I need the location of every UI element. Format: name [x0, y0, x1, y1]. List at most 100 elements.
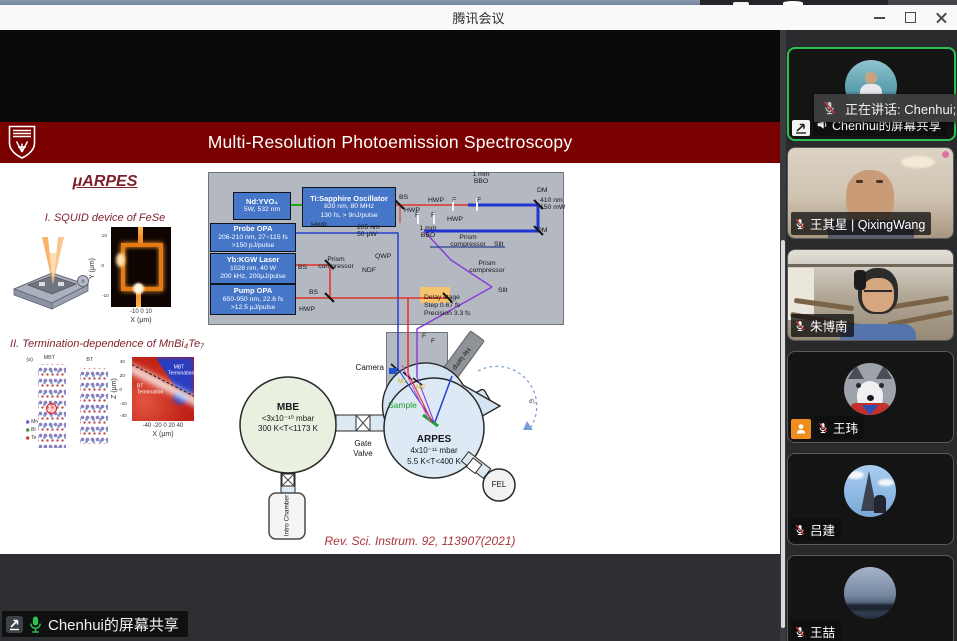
map-ztick: -20 [120, 402, 127, 407]
fel-label: FEL [487, 480, 511, 489]
optics-label-bbo2: 1 mm BBO [414, 225, 442, 239]
yb-kgw-box: Yb:KGW Laser1028 nm, 40 W200 kHz, 200μJ/… [210, 253, 296, 284]
optics-label-ndf: NDF [362, 267, 376, 274]
map-red-label: BT Termination [137, 384, 159, 395]
crystal-col2-label: BT [86, 357, 93, 362]
camera-label: Camera [346, 363, 384, 372]
legend-item: Mn [26, 419, 38, 424]
slide-title: Multi-Resolution Photoemission Spectrosc… [0, 122, 780, 163]
presentation-slide: Multi-Resolution Photoemission Spectrosc… [0, 122, 780, 554]
name-badge: 王玮 [814, 416, 864, 439]
participant-tile-wangwei[interactable]: 王玮 [787, 351, 954, 443]
optics-label-delay1: Delay stage [424, 294, 460, 301]
optics-label-f4: F [431, 212, 435, 219]
squid-xlabel: X (μm) [111, 317, 171, 324]
mbe-pressure: <3x10⁻¹⁰ mbar [238, 414, 338, 423]
gate-valve-label: Gate Valve [346, 439, 380, 459]
ti-sapphire-box: Ti:Sapphire Oscillator820 nm, 80 MHz130 … [302, 187, 396, 227]
participant-tile-wangzhe[interactable]: 王喆 [787, 555, 954, 641]
panel-label: (a) [26, 357, 33, 362]
optics-label-prism3: Prism compressor [462, 260, 512, 274]
map-xlabel: X (μm) [132, 431, 194, 438]
mirror2-label: M2 [416, 384, 425, 391]
optics-label-hwp4: HWP [311, 222, 327, 229]
name-badge: 王喆 [791, 620, 841, 641]
window-title: 腾讯会议 [452, 8, 504, 27]
squid-device-render [6, 233, 94, 317]
optics-label-qwp: QWP [375, 253, 391, 260]
close-icon [936, 12, 947, 23]
window-controls [864, 5, 957, 30]
map-ztick: 0 [119, 388, 122, 393]
squid-xticks: -10 0 10 [111, 309, 171, 315]
minimize-icon [874, 17, 885, 19]
map-blue-label: MBT Termination [168, 365, 190, 376]
slide-body: μARPES I. SQUID device of FeSe II. Termi… [0, 163, 780, 554]
squid-ytick: 10 [102, 234, 107, 239]
screen-share-icon [6, 616, 23, 633]
optics-label-f1: F [452, 197, 456, 204]
mic-muted-icon [794, 625, 806, 639]
optics-label-hwp3: HWP [447, 216, 463, 223]
legend-item: Te [26, 435, 36, 440]
attendee-badge-icon [791, 419, 811, 439]
section2-label: II. Termination-dependence of MnBi₄Te₇ [0, 338, 214, 350]
squid-plot [111, 227, 171, 307]
slide-header-band: Multi-Resolution Photoemission Spectrosc… [0, 122, 780, 163]
nd-yvo4-box: Nd:YVO₄5W, 532 nm [233, 192, 291, 220]
optics-label-hwp1: HWP [428, 197, 444, 204]
optics-label-bs1: BS [399, 194, 408, 201]
squid-ylabel: Y (μm) [89, 258, 96, 279]
optics-label-dm2: DM [537, 227, 548, 234]
sharing-badge-icon [792, 120, 810, 136]
participant-tile-qixingwang[interactable]: 王其星 | QixingWang [787, 147, 954, 239]
close-button[interactable] [926, 5, 957, 30]
sample-label: Sample [388, 400, 417, 410]
mbe-temperature: 300 K<T<1173 K [238, 424, 338, 433]
mbe-label: MBE [238, 402, 338, 413]
sidebar-scrollbar-thumb[interactable] [781, 240, 785, 628]
optics-label-410nm: 410 nm 150 mW [540, 197, 574, 211]
optics-label-205nm: 205 nm 50 μW [357, 224, 389, 238]
optics-label-slit2: Slit [498, 287, 507, 294]
citation: Rev. Sci. Instrum. 92, 113907(2021) [230, 534, 610, 548]
participant-tile-zhubonan[interactable]: 朱博南 [787, 249, 954, 341]
squid-ytick: -10 [102, 294, 109, 299]
termination-map-plot: MBT Termination BT Termination [132, 357, 194, 421]
optics-label-prism2: Prism compressor [315, 256, 357, 270]
arpes-label: ARPES [394, 434, 474, 445]
sidebar-scrollbar-track [780, 30, 786, 641]
uarpes-heading: μARPES [30, 173, 180, 191]
optics-label-bbo-top: 1 mm BBO [466, 171, 496, 185]
camera-icon [389, 368, 397, 374]
pump-opa-box: Pump OPA650-950 nm, 22.6 fs>12.5 μJ/puls… [210, 284, 296, 315]
map-ztick: -40 [120, 414, 127, 419]
camera-f1-label: F [422, 333, 426, 340]
mirror1-label: M1 [398, 378, 407, 385]
minimize-button[interactable] [864, 5, 895, 30]
participant-tile-lvjian[interactable]: 吕建 [787, 453, 954, 545]
optics-label-prism1: Prism compressor [443, 234, 493, 248]
speaking-toast-text: 正在讲话: Chenhui; [845, 99, 956, 118]
optics-label-hwp5: HWP [299, 306, 315, 313]
avatar [844, 567, 896, 619]
defect-marker [46, 403, 57, 414]
maximize-button[interactable] [895, 5, 926, 30]
termination-map-figure: MBT Termination BT Termination 40 20 0 -… [116, 355, 204, 453]
probe-opa-box: Probe OPA206-210 nm, 27~115 fs>150 pJ/pu… [210, 223, 296, 252]
participant-name: 朱博南 [810, 316, 848, 335]
maximize-icon [905, 12, 916, 23]
map-xticks: -40 -20 0 20 40 [132, 423, 194, 429]
squid-ytick: 0 [101, 264, 104, 269]
optics-label-bs2: BS [298, 264, 307, 271]
avatar [844, 363, 896, 415]
optics-label-dm1: DM [537, 187, 548, 194]
participant-name: 王其星 | QixingWang [810, 214, 925, 233]
mic-muted-icon [794, 217, 806, 231]
mic-muted-icon [794, 523, 806, 537]
mic-muted-icon [817, 421, 829, 435]
crystal-col1-label: MBT [44, 355, 55, 360]
arpes-temperature: 5.5 K<T<400 K [390, 457, 478, 466]
participant-name: 吕建 [810, 520, 835, 539]
section1-label: I. SQUID device of FeSe [10, 212, 200, 224]
